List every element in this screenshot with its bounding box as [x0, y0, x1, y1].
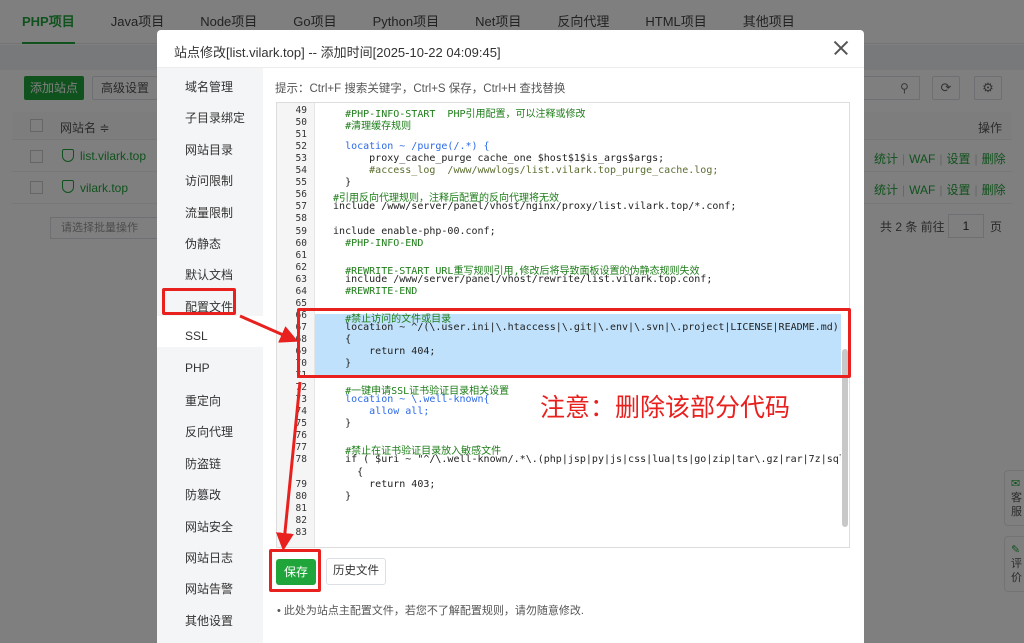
code-line: location ~ /purge(/.*) {: [321, 141, 490, 153]
sidebar-item[interactable]: 网站目录: [185, 141, 233, 158]
code-line: include /www/server/panel/vhost/rewrite/…: [321, 273, 713, 285]
code-line: }: [321, 418, 352, 430]
active-item-highlight: [157, 316, 263, 347]
config-footnote: • 此处为站点主配置文件，若您不了解配置规则，请勿随意修改.: [277, 605, 584, 617]
annotation-warning-text: 注意：删除该部分代码: [540, 393, 791, 422]
sidebar-item[interactable]: SSL: [185, 329, 208, 343]
sidebar-item[interactable]: 防盗链: [185, 455, 221, 472]
line-number: 73: [295, 394, 307, 406]
sidebar-item[interactable]: PHP: [185, 361, 210, 375]
sidebar-item[interactable]: 子目录绑定: [185, 109, 245, 126]
code-line: allow all;: [321, 406, 430, 418]
line-number: 56: [295, 189, 307, 201]
history-file-button[interactable]: 历史文件: [326, 558, 386, 585]
line-number: 82: [295, 514, 307, 526]
code-line: include enable-php-00.conf;: [321, 225, 496, 237]
annotation-box-save: [269, 549, 321, 592]
line-number: 50: [295, 117, 307, 129]
modal-sidebar: 域名管理 子目录绑定 网站目录 访问限制 流量限制 伪静态 默认文档 配置文件 SSL PHP 重定…: [157, 68, 263, 643]
line-number: 52: [295, 141, 307, 153]
line-number: 72: [295, 382, 307, 394]
code-line: if ( $uri ~ "^/\.well-known/.*\.(php|jsp…: [321, 454, 850, 466]
code-line: #PHP-INFO-END: [321, 237, 424, 249]
sidebar-item[interactable]: 流量限制: [185, 204, 233, 221]
line-number: 51: [295, 129, 307, 141]
line-number: 55: [295, 177, 307, 189]
line-number: 77: [295, 442, 307, 454]
line-number: 81: [295, 502, 307, 514]
sidebar-item[interactable]: 防篡改: [185, 486, 221, 503]
line-number: 74: [295, 406, 307, 418]
sidebar-item[interactable]: 域名管理: [185, 78, 233, 95]
annotation-box-config-item: [162, 288, 236, 315]
sidebar-item[interactable]: 其他设置: [185, 612, 233, 629]
line-number: 78: [295, 454, 307, 466]
sidebar-item[interactable]: 访问限制: [185, 172, 233, 189]
code-line: include /www/server/panel/vhost/nginx/pr…: [321, 201, 737, 213]
sidebar-item[interactable]: 网站日志: [185, 549, 233, 566]
code-line: }: [321, 490, 352, 502]
sidebar-item[interactable]: 伪静态: [185, 235, 221, 252]
line-number: 76: [295, 430, 307, 442]
code-line: #清理缓存规则: [321, 121, 412, 133]
line-number: 53: [295, 153, 307, 165]
line-number: 54: [295, 165, 307, 177]
line-number: 79: [295, 478, 307, 490]
sidebar-item[interactable]: 重定向: [185, 392, 221, 409]
line-number: 57: [295, 201, 307, 213]
sidebar-item[interactable]: 默认文档: [185, 266, 233, 283]
line-number: 59: [295, 225, 307, 237]
code-line: #access_log /www/wwwlogs/list.vilark.top…: [321, 165, 719, 177]
modal-header: 站点修改[list.vilark.top] -- 添加时间[2025-10-22…: [157, 30, 864, 68]
line-number: 62: [295, 261, 307, 273]
modal-title: 站点修改[list.vilark.top] -- 添加时间[2025-10-22…: [174, 45, 501, 60]
code-line: }: [321, 177, 352, 189]
line-number: 75: [295, 418, 307, 430]
sidebar-item[interactable]: 反向代理: [185, 423, 233, 440]
code-line: proxy_cache_purge cache_one $host$1$is_a…: [321, 153, 665, 165]
sidebar-item[interactable]: 网站安全: [185, 518, 233, 535]
code-line: {: [321, 466, 364, 478]
line-number: 58: [295, 213, 307, 225]
code-line: return 403;: [321, 478, 436, 490]
line-number: 49: [295, 105, 307, 116]
line-number: 83: [295, 526, 307, 538]
line-number: 80: [295, 490, 307, 502]
line-number: 63: [295, 273, 307, 285]
sidebar-item[interactable]: 网站告警: [185, 580, 233, 597]
code-line: #REWRITE-END: [321, 285, 418, 297]
close-icon[interactable]: [830, 37, 852, 59]
line-number: 64: [295, 285, 307, 297]
shortcut-hint: 提示：Ctrl+F 搜索关键字，Ctrl+S 保存，Ctrl+H 查找替换: [275, 83, 566, 95]
annotation-box-code: [297, 308, 851, 378]
line-number: 60: [295, 237, 307, 249]
line-number: 61: [295, 249, 307, 261]
code-line: location ~ \.well-known{: [321, 394, 490, 406]
